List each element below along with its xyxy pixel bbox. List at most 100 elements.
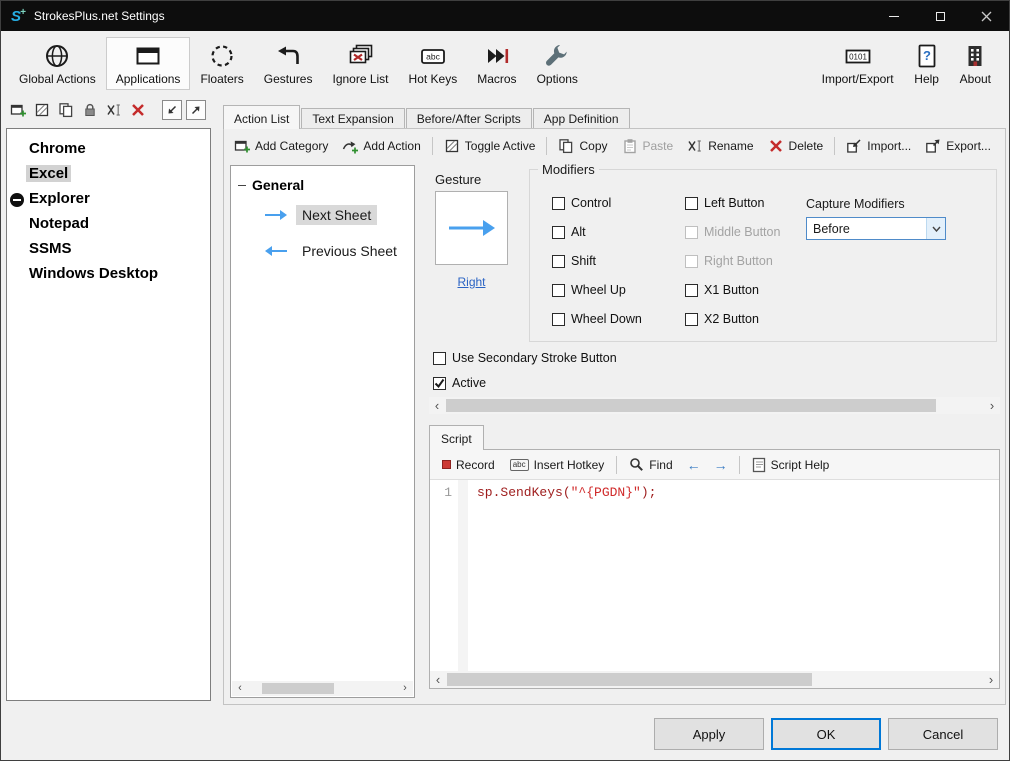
app-item-windows-desktop[interactable]: Windows Desktop (7, 261, 210, 286)
tree-collapse-icon[interactable] (238, 185, 246, 186)
tree-item-next-sheet[interactable]: Next Sheet (231, 197, 414, 233)
rename-app-button[interactable] (104, 100, 124, 120)
import-apps-button[interactable] (162, 100, 182, 120)
checkbox-x1-button[interactable]: X1 Button (685, 283, 759, 297)
scroll-left-button[interactable]: ‹ (232, 681, 248, 696)
record-button[interactable]: Record (436, 455, 501, 475)
cancel-button[interactable]: Cancel (888, 718, 998, 750)
combo-selected-value: Before (807, 222, 926, 236)
ok-button[interactable]: OK (771, 718, 881, 750)
red-x-icon (768, 138, 784, 154)
app-item-ssms[interactable]: SSMS (7, 236, 210, 261)
checkbox-wheel-down[interactable]: Wheel Down (552, 312, 642, 326)
tab-text-expansion[interactable]: Text Expansion (301, 108, 404, 128)
checkbox-active[interactable]: Active (433, 376, 486, 390)
toolbar-applications[interactable]: Applications (106, 37, 191, 90)
find-button[interactable]: Find (623, 454, 678, 475)
checkbox-left-button[interactable]: Left Button (685, 196, 764, 210)
options-scrollbar[interactable]: ‹ › (429, 397, 1000, 414)
checkbox-x2-button[interactable]: X2 Button (685, 312, 759, 326)
checkbox-alt[interactable]: Alt (552, 225, 586, 239)
chevron-down-icon[interactable] (926, 218, 945, 239)
gesture-preview[interactable] (435, 191, 508, 265)
tab-action-list[interactable]: Action List (223, 105, 300, 129)
hatched-square-icon (34, 102, 50, 118)
checkbox-box (552, 197, 565, 210)
app-item-notepad[interactable]: Notepad (7, 211, 210, 236)
copy-button[interactable]: Copy (552, 135, 613, 157)
delete-button[interactable]: Delete (762, 135, 830, 157)
toolbar-global-actions[interactable]: Global Actions (9, 37, 106, 90)
maximize-icon (936, 12, 945, 21)
scrollbar-thumb[interactable] (262, 683, 334, 694)
checkbox-use-secondary-stroke-button[interactable]: Use Secondary Stroke Button (433, 351, 617, 365)
delete-app-button[interactable] (128, 100, 148, 120)
add-action-button[interactable]: Add Action (336, 135, 426, 157)
toolbar-import-export[interactable]: 0101 Import/Export (812, 37, 904, 90)
tree-scrollbar[interactable]: ‹ › (232, 681, 413, 696)
abc-key-icon: abc (420, 42, 446, 70)
app-item-explorer[interactable]: Explorer (7, 186, 210, 211)
disabled-circle-icon (10, 193, 24, 207)
checkbox-shift[interactable]: Shift (552, 254, 596, 268)
tree-category-row[interactable]: General (231, 166, 414, 197)
app-icon[interactable]: S+ (11, 8, 26, 24)
checkbox-wheel-up[interactable]: Wheel Up (552, 283, 626, 297)
scroll-right-button[interactable]: › (983, 672, 999, 687)
tree-item-previous-sheet[interactable]: Previous Sheet (231, 233, 414, 269)
scrollbar-thumb[interactable] (446, 399, 936, 412)
apply-button[interactable]: Apply (654, 718, 764, 750)
code-end: ); (641, 485, 657, 500)
rename-button[interactable]: Rename (681, 135, 759, 157)
add-window-icon (234, 138, 250, 154)
toolbar-help[interactable]: ? Help (904, 37, 950, 90)
close-button[interactable] (963, 1, 1009, 31)
maximize-button[interactable] (917, 1, 963, 31)
scroll-left-button[interactable]: ‹ (430, 672, 446, 687)
scroll-left-button[interactable]: ‹ (429, 398, 445, 413)
toolbar-floaters[interactable]: Floaters (190, 37, 253, 90)
toggle-app-active-button[interactable] (32, 100, 52, 120)
toolbar-options[interactable]: Options (527, 37, 588, 90)
export-apps-button[interactable] (186, 100, 206, 120)
toolbar-hot-keys[interactable]: abc Hot Keys (399, 37, 468, 90)
insert-hotkey-button[interactable]: abcInsert Hotkey (504, 455, 611, 475)
tab-app-definition[interactable]: App Definition (533, 108, 630, 128)
app-item-chrome[interactable]: Chrome (7, 136, 210, 161)
code-area[interactable]: sp.SendKeys("^{PGDN}"); (468, 480, 999, 671)
toolbar-gestures[interactable]: Gestures (254, 37, 323, 90)
add-category-button[interactable]: Add Category (228, 135, 334, 157)
toolbar-about[interactable]: About (950, 37, 1001, 90)
minimize-button[interactable] (871, 1, 917, 31)
tab-before-after-scripts[interactable]: Before/After Scripts (406, 108, 532, 128)
checkbox-control[interactable]: Control (552, 196, 611, 210)
tab-script[interactable]: Script (429, 425, 484, 450)
toolbar-ignore-list[interactable]: Ignore List (322, 37, 398, 90)
script-help-button[interactable]: Script Help (746, 454, 836, 476)
script-editor[interactable]: 1 sp.SendKeys("^{PGDN}"); (430, 480, 999, 671)
import-button[interactable]: Import... (840, 135, 917, 157)
arrow-out-icon (190, 104, 202, 116)
scroll-right-button[interactable]: › (984, 398, 1000, 413)
paste-button[interactable]: Paste (616, 135, 680, 157)
app-item-excel[interactable]: Excel (7, 161, 210, 186)
scroll-right-button[interactable]: › (397, 681, 413, 696)
stacked-windows-x-icon (348, 42, 374, 70)
export-button[interactable]: Export... (919, 135, 997, 157)
find-next-button[interactable]: → (709, 456, 733, 474)
copy-app-button[interactable] (56, 100, 76, 120)
binary-box-icon: 0101 (844, 42, 872, 70)
scrollbar-track[interactable] (248, 681, 397, 696)
gesture-name-link[interactable]: Right (435, 275, 508, 289)
titlebar[interactable]: S+ StrokesPlus.net Settings (1, 1, 1009, 31)
scrollbar-thumb[interactable] (447, 673, 812, 686)
find-previous-button[interactable]: ← (682, 456, 706, 474)
lock-app-button[interactable] (80, 100, 100, 120)
capture-modifiers-select[interactable]: Before (806, 217, 946, 240)
scrollbar-track[interactable] (446, 671, 983, 688)
add-app-button[interactable] (8, 100, 28, 120)
toggle-active-button[interactable]: Toggle Active (438, 135, 542, 157)
toolbar-macros[interactable]: Macros (467, 37, 526, 90)
editor-scrollbar[interactable]: ‹ › (430, 671, 999, 688)
scrollbar-track[interactable] (445, 397, 984, 414)
